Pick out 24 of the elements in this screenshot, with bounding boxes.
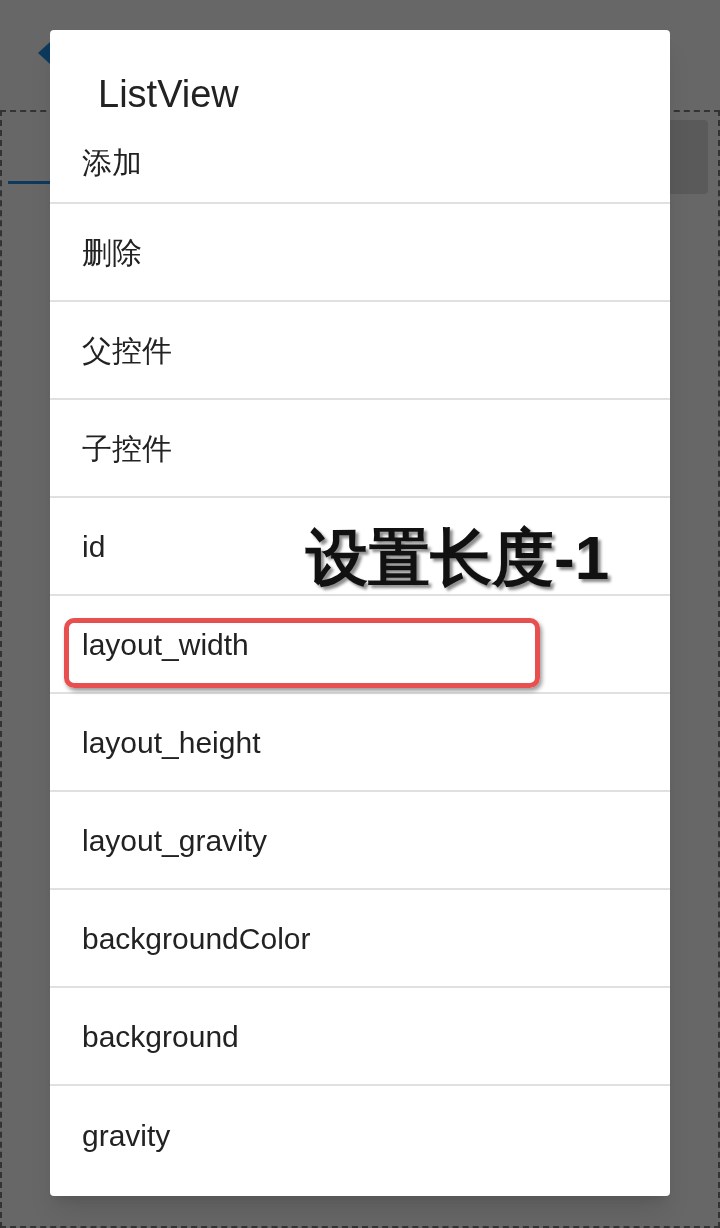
menu-item-label: 子控件: [82, 430, 172, 467]
annotation-caption: 设置长度-1: [306, 522, 610, 594]
menu-item-label: layout_width: [82, 626, 249, 663]
menu-item[interactable]: 删除: [50, 204, 670, 302]
menu-item-label: layout_height: [82, 724, 261, 761]
menu-item[interactable]: gravity: [50, 1086, 670, 1184]
menu-item-label: 删除: [82, 234, 142, 271]
menu-item-label: background: [82, 1018, 239, 1055]
back-arrow-icon[interactable]: [36, 42, 52, 64]
menu-item-label: layout_gravity: [82, 822, 268, 859]
menu-item-label: backgroundColor: [82, 920, 311, 957]
menu-item[interactable]: 父控件: [50, 302, 670, 400]
menu-item[interactable]: 添加: [50, 124, 670, 204]
menu-item[interactable]: background: [50, 988, 670, 1086]
menu-item[interactable]: backgroundColor: [50, 890, 670, 988]
menu-item-label: 添加: [82, 145, 142, 181]
menu-item-label: gravity: [82, 1117, 171, 1154]
dialog-title: ListView: [97, 72, 240, 117]
menu-item[interactable]: 子控件: [50, 400, 670, 498]
menu-item[interactable]: layout_gravity: [50, 792, 670, 890]
menu-item-label: 父控件: [82, 332, 172, 369]
menu-item[interactable]: layout_width: [50, 596, 670, 694]
menu-item-label: id: [82, 528, 106, 565]
menu-item[interactable]: layout_height: [50, 694, 670, 792]
